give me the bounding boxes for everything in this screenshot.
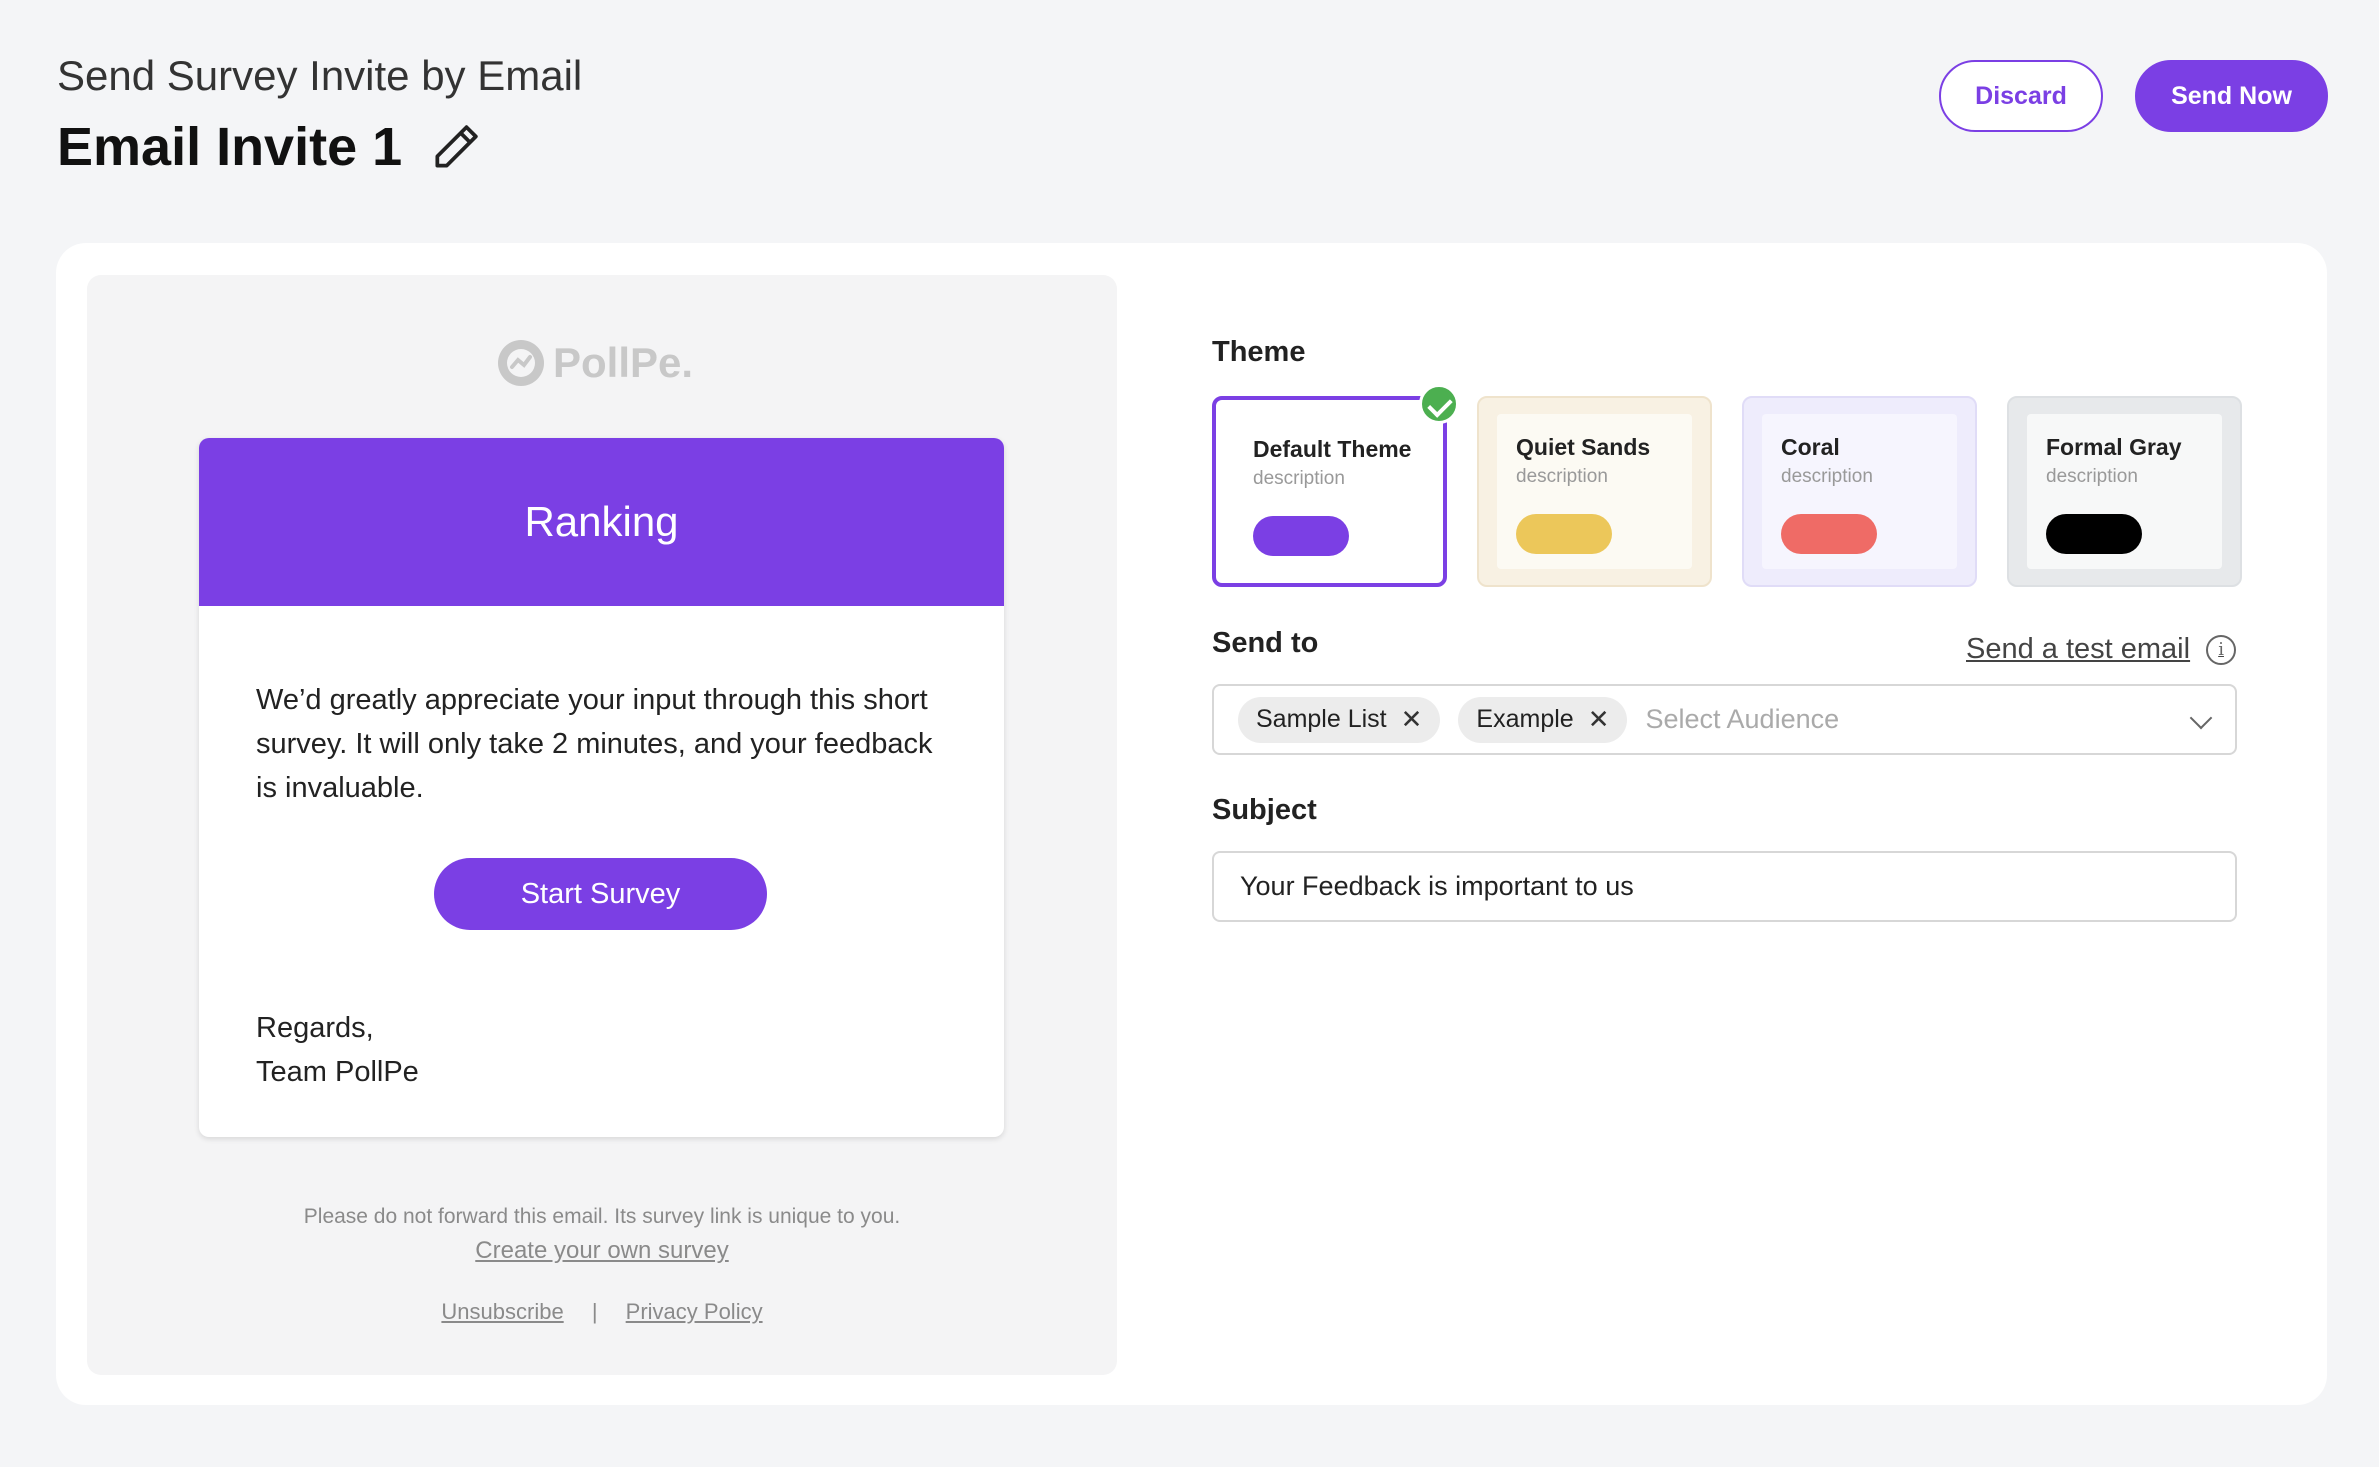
theme-name: Default Theme — [1253, 436, 1412, 462]
footer-separator: | — [591, 1299, 598, 1324]
start-survey-button[interactable]: Start Survey — [434, 858, 767, 930]
send-to-label: Send to — [1212, 627, 1319, 659]
email-signature: Regards, Team PollPe — [256, 1006, 419, 1094]
theme-option-coral[interactable]: Coral description — [1742, 396, 1977, 587]
unsubscribe-link[interactable]: Unsubscribe — [441, 1299, 563, 1324]
subject-input[interactable]: Your Feedback is important to us — [1212, 851, 2237, 922]
chevron-down-icon[interactable] — [2189, 706, 2213, 730]
email-preview: PollPe. Ranking We’d greatly appreciate … — [87, 275, 1117, 1375]
theme-description: description — [2046, 466, 2138, 487]
close-icon[interactable]: ✕ — [1401, 704, 1423, 735]
invite-title-row: Email Invite 1 — [57, 116, 484, 178]
theme-name: Formal Gray — [2046, 434, 2182, 460]
theme-option-quiet-sands[interactable]: Quiet Sands description — [1477, 396, 1712, 587]
logo-text: PollPe. — [553, 339, 694, 386]
forward-warning: Please do not forward this email. Its su… — [303, 1205, 901, 1228]
privacy-policy-link[interactable]: Privacy Policy — [626, 1299, 763, 1324]
audience-select[interactable]: Sample List ✕ Example ✕ Select Audience — [1212, 684, 2237, 755]
email-footer-note: Please do not forward this email. Its su… — [87, 1200, 1117, 1268]
subject-label: Subject — [1212, 794, 1317, 826]
send-now-button[interactable]: Send Now — [2135, 60, 2328, 132]
pollpe-logo: PollPe. — [497, 339, 693, 387]
page-subtitle: Send Survey Invite by Email — [57, 52, 583, 99]
discard-button[interactable]: Discard — [1939, 60, 2103, 132]
theme-description: description — [1516, 466, 1608, 487]
team-line: Team PollPe — [256, 1056, 419, 1088]
theme-color-swatch — [1253, 516, 1349, 556]
theme-name: Quiet Sands — [1516, 434, 1651, 460]
invite-title: Email Invite 1 — [57, 117, 403, 177]
theme-name: Coral — [1781, 434, 1840, 460]
page: Send Survey Invite by Email Email Invite… — [0, 0, 2379, 1467]
email-banner: Ranking — [199, 438, 1004, 606]
main-card: PollPe. Ranking We’d greatly appreciate … — [56, 243, 2327, 1405]
theme-color-swatch — [1516, 514, 1612, 554]
theme-option-default[interactable]: Default Theme description — [1212, 384, 1459, 587]
check-icon — [1419, 384, 1459, 424]
theme-options: Default Theme description Quiet Sands de… — [1212, 384, 2242, 587]
chip-label: Example — [1476, 705, 1574, 733]
chip-label: Sample List — [1256, 705, 1387, 733]
pencil-icon[interactable] — [428, 119, 484, 175]
logo-mark-icon — [498, 340, 544, 386]
theme-description: description — [1781, 466, 1873, 487]
theme-color-swatch — [2046, 514, 2142, 554]
email-card: Ranking We’d greatly appreciate your inp… — [199, 438, 1004, 1137]
theme-label: Theme — [1212, 336, 1306, 368]
send-test-email-link[interactable]: Send a test email i — [1966, 633, 2237, 666]
create-survey-link[interactable]: Create your own survey — [87, 1234, 1117, 1268]
audience-chip-sample-list: Sample List ✕ — [1238, 696, 1441, 743]
test-email-text[interactable]: Send a test email — [1966, 633, 2190, 666]
email-body-text: We’d greatly appreciate your input throu… — [256, 684, 933, 804]
banner-title: Ranking — [524, 498, 679, 545]
email-footer-links: Unsubscribe | Privacy Policy — [87, 1299, 1117, 1325]
info-icon[interactable]: i — [2206, 634, 2237, 665]
close-icon[interactable]: ✕ — [1588, 704, 1610, 735]
theme-description: description — [1253, 468, 1345, 489]
audience-placeholder[interactable]: Select Audience — [1645, 704, 1839, 735]
audience-chip-example: Example ✕ — [1458, 696, 1628, 743]
theme-option-formal-gray[interactable]: Formal Gray description — [2007, 396, 2242, 587]
theme-color-swatch — [1781, 514, 1877, 554]
regards-line: Regards, — [256, 1012, 374, 1044]
